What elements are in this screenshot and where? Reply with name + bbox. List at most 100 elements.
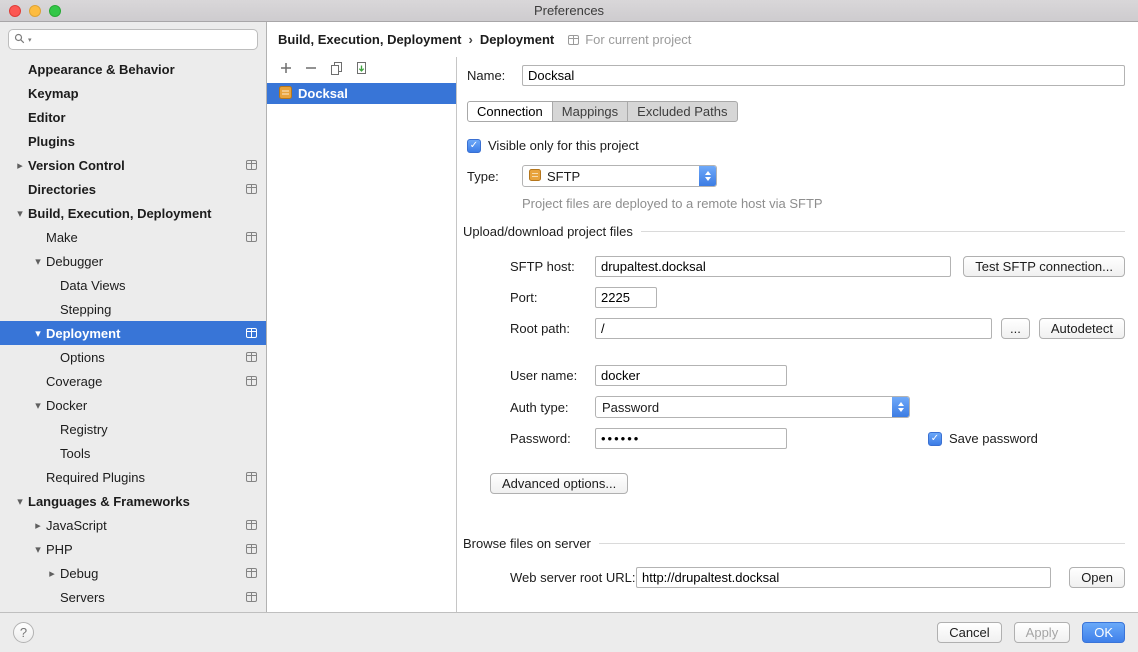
- add-server-button[interactable]: [279, 61, 293, 75]
- test-sftp-connection-button[interactable]: Test SFTP connection...: [963, 256, 1125, 277]
- sidebar-item-directories[interactable]: Directories: [0, 177, 266, 201]
- sidebar-item-javascript[interactable]: ▸JavaScript: [0, 513, 266, 537]
- sidebar-item-keymap[interactable]: Keymap: [0, 81, 266, 105]
- chevron-down-icon[interactable]: ▾: [12, 207, 28, 220]
- close-button[interactable]: [9, 5, 21, 17]
- visible-only-checkbox[interactable]: ✓: [467, 139, 481, 153]
- root-path-input[interactable]: [595, 318, 992, 339]
- zoom-button[interactable]: [49, 5, 61, 17]
- sftp-host-input[interactable]: [595, 256, 951, 277]
- ok-button[interactable]: OK: [1082, 622, 1125, 643]
- server-list-toolbar: [267, 57, 456, 79]
- auth-type-dropdown[interactable]: Password: [595, 396, 910, 418]
- chevron-right-icon[interactable]: ▸: [12, 159, 28, 172]
- per-project-icon: [246, 544, 257, 554]
- user-name-input[interactable]: [595, 365, 787, 386]
- sidebar-item-label: Data Views: [60, 278, 126, 293]
- per-project-icon: [246, 592, 257, 602]
- root-path-row: Root path: ... Autodetect: [510, 318, 1125, 339]
- chevron-down-icon[interactable]: ▾: [30, 399, 46, 412]
- port-label: Port:: [510, 290, 595, 305]
- remove-server-button[interactable]: [304, 61, 318, 75]
- sidebar-item-build-execution-deployment[interactable]: ▾Build, Execution, Deployment: [0, 201, 266, 225]
- browse-root-path-button[interactable]: ...: [1001, 318, 1030, 339]
- sidebar-item-deployment[interactable]: ▾Deployment: [0, 321, 266, 345]
- sidebar-item-appearance-behavior[interactable]: Appearance & Behavior: [0, 57, 266, 81]
- name-label: Name:: [467, 68, 522, 83]
- combo-stepper[interactable]: [699, 166, 716, 186]
- sidebar-item-required-plugins[interactable]: Required Plugins: [0, 465, 266, 489]
- name-input[interactable]: [522, 65, 1125, 86]
- help-button[interactable]: ?: [13, 622, 34, 643]
- chevron-down-icon[interactable]: ▾: [12, 495, 28, 508]
- breadcrumb-section[interactable]: Build, Execution, Deployment: [278, 32, 461, 47]
- breadcrumb-separator: ›: [468, 32, 472, 47]
- tab-connection[interactable]: Connection: [467, 101, 553, 122]
- chevron-right-icon[interactable]: ▸: [44, 567, 60, 580]
- sidebar-item-label: Keymap: [28, 86, 79, 101]
- chevron-down-icon: [898, 408, 904, 412]
- minimize-button[interactable]: [29, 5, 41, 17]
- cancel-button[interactable]: Cancel: [937, 622, 1001, 643]
- visible-only-label: Visible only for this project: [488, 138, 639, 153]
- sidebar-item-label: Registry: [60, 422, 108, 437]
- breadcrumb: Build, Execution, Deployment › Deploymen…: [267, 22, 1138, 57]
- sidebar-item-servers[interactable]: Servers: [0, 585, 266, 609]
- combo-stepper[interactable]: [892, 397, 909, 417]
- sidebar-item-label: Editor: [28, 110, 66, 125]
- traffic-lights: [9, 5, 61, 17]
- sidebar-item-docker[interactable]: ▾Docker: [0, 393, 266, 417]
- server-name: Docksal: [298, 86, 348, 101]
- search-input[interactable]: [35, 32, 252, 47]
- copy-server-button[interactable]: [329, 61, 343, 75]
- server-list-pane: Docksal: [267, 57, 457, 612]
- search-options-chevron-icon[interactable]: ▾: [28, 36, 32, 44]
- root-path-label: Root path:: [510, 321, 595, 336]
- tab-excluded-paths[interactable]: Excluded Paths: [627, 101, 737, 122]
- auth-type-label: Auth type:: [510, 400, 595, 415]
- search-box[interactable]: ▾: [8, 29, 258, 50]
- sidebar-item-version-control[interactable]: ▸Version Control: [0, 153, 266, 177]
- type-value: SFTP: [547, 169, 693, 184]
- chevron-down-icon[interactable]: ▾: [30, 255, 46, 268]
- chevron-down-icon[interactable]: ▾: [30, 543, 46, 556]
- sidebar-item-make[interactable]: Make: [0, 225, 266, 249]
- chevron-down-icon[interactable]: ▾: [30, 327, 46, 340]
- project-scope-label: For current project: [585, 32, 691, 47]
- sidebar-item-data-views[interactable]: Data Views: [0, 273, 266, 297]
- chevron-right-icon[interactable]: ▸: [30, 519, 46, 532]
- preferences-window: Preferences ▾ Appearance & Behavior Keym…: [0, 0, 1138, 652]
- sidebar-item-stepping[interactable]: Stepping: [0, 297, 266, 321]
- tab-mappings[interactable]: Mappings: [552, 101, 628, 122]
- sidebar-item-coverage[interactable]: Coverage: [0, 369, 266, 393]
- web-root-input[interactable]: [636, 567, 1051, 588]
- settings-sidebar: ▾ Appearance & Behavior Keymap Editor Pl…: [0, 22, 267, 612]
- sidebar-item-registry[interactable]: Registry: [0, 417, 266, 441]
- sidebar-item-languages-frameworks[interactable]: ▾Languages & Frameworks: [0, 489, 266, 513]
- chevron-up-icon: [898, 402, 904, 406]
- server-list-item[interactable]: Docksal: [267, 83, 456, 104]
- settings-tree: Appearance & Behavior Keymap Editor Plug…: [0, 57, 266, 609]
- sidebar-item-options[interactable]: Options: [0, 345, 266, 369]
- sidebar-item-plugins[interactable]: Plugins: [0, 129, 266, 153]
- type-dropdown[interactable]: SFTP: [522, 165, 717, 187]
- sidebar-item-tools[interactable]: Tools: [0, 441, 266, 465]
- auth-type-row: Auth type: Password: [510, 396, 1138, 418]
- document-download-icon[interactable]: [354, 61, 368, 75]
- sidebar-item-debug[interactable]: ▸Debug: [0, 561, 266, 585]
- password-input[interactable]: [595, 428, 787, 449]
- sidebar-item-php[interactable]: ▾PHP: [0, 537, 266, 561]
- apply-button[interactable]: Apply: [1014, 622, 1071, 643]
- port-input[interactable]: [595, 287, 657, 308]
- sidebar-item-label: PHP: [46, 542, 73, 557]
- save-password-checkbox[interactable]: ✓: [928, 432, 942, 446]
- section-divider: [641, 231, 1125, 232]
- sidebar-item-editor[interactable]: Editor: [0, 105, 266, 129]
- open-button[interactable]: Open: [1069, 567, 1125, 588]
- chevron-up-icon: [705, 171, 711, 175]
- autodetect-button[interactable]: Autodetect: [1039, 318, 1125, 339]
- sidebar-item-debugger[interactable]: ▾Debugger: [0, 249, 266, 273]
- upload-section-header: Upload/download project files: [463, 224, 1125, 239]
- advanced-options-button[interactable]: Advanced options...: [490, 473, 628, 494]
- sidebar-item-label: Debugger: [46, 254, 103, 269]
